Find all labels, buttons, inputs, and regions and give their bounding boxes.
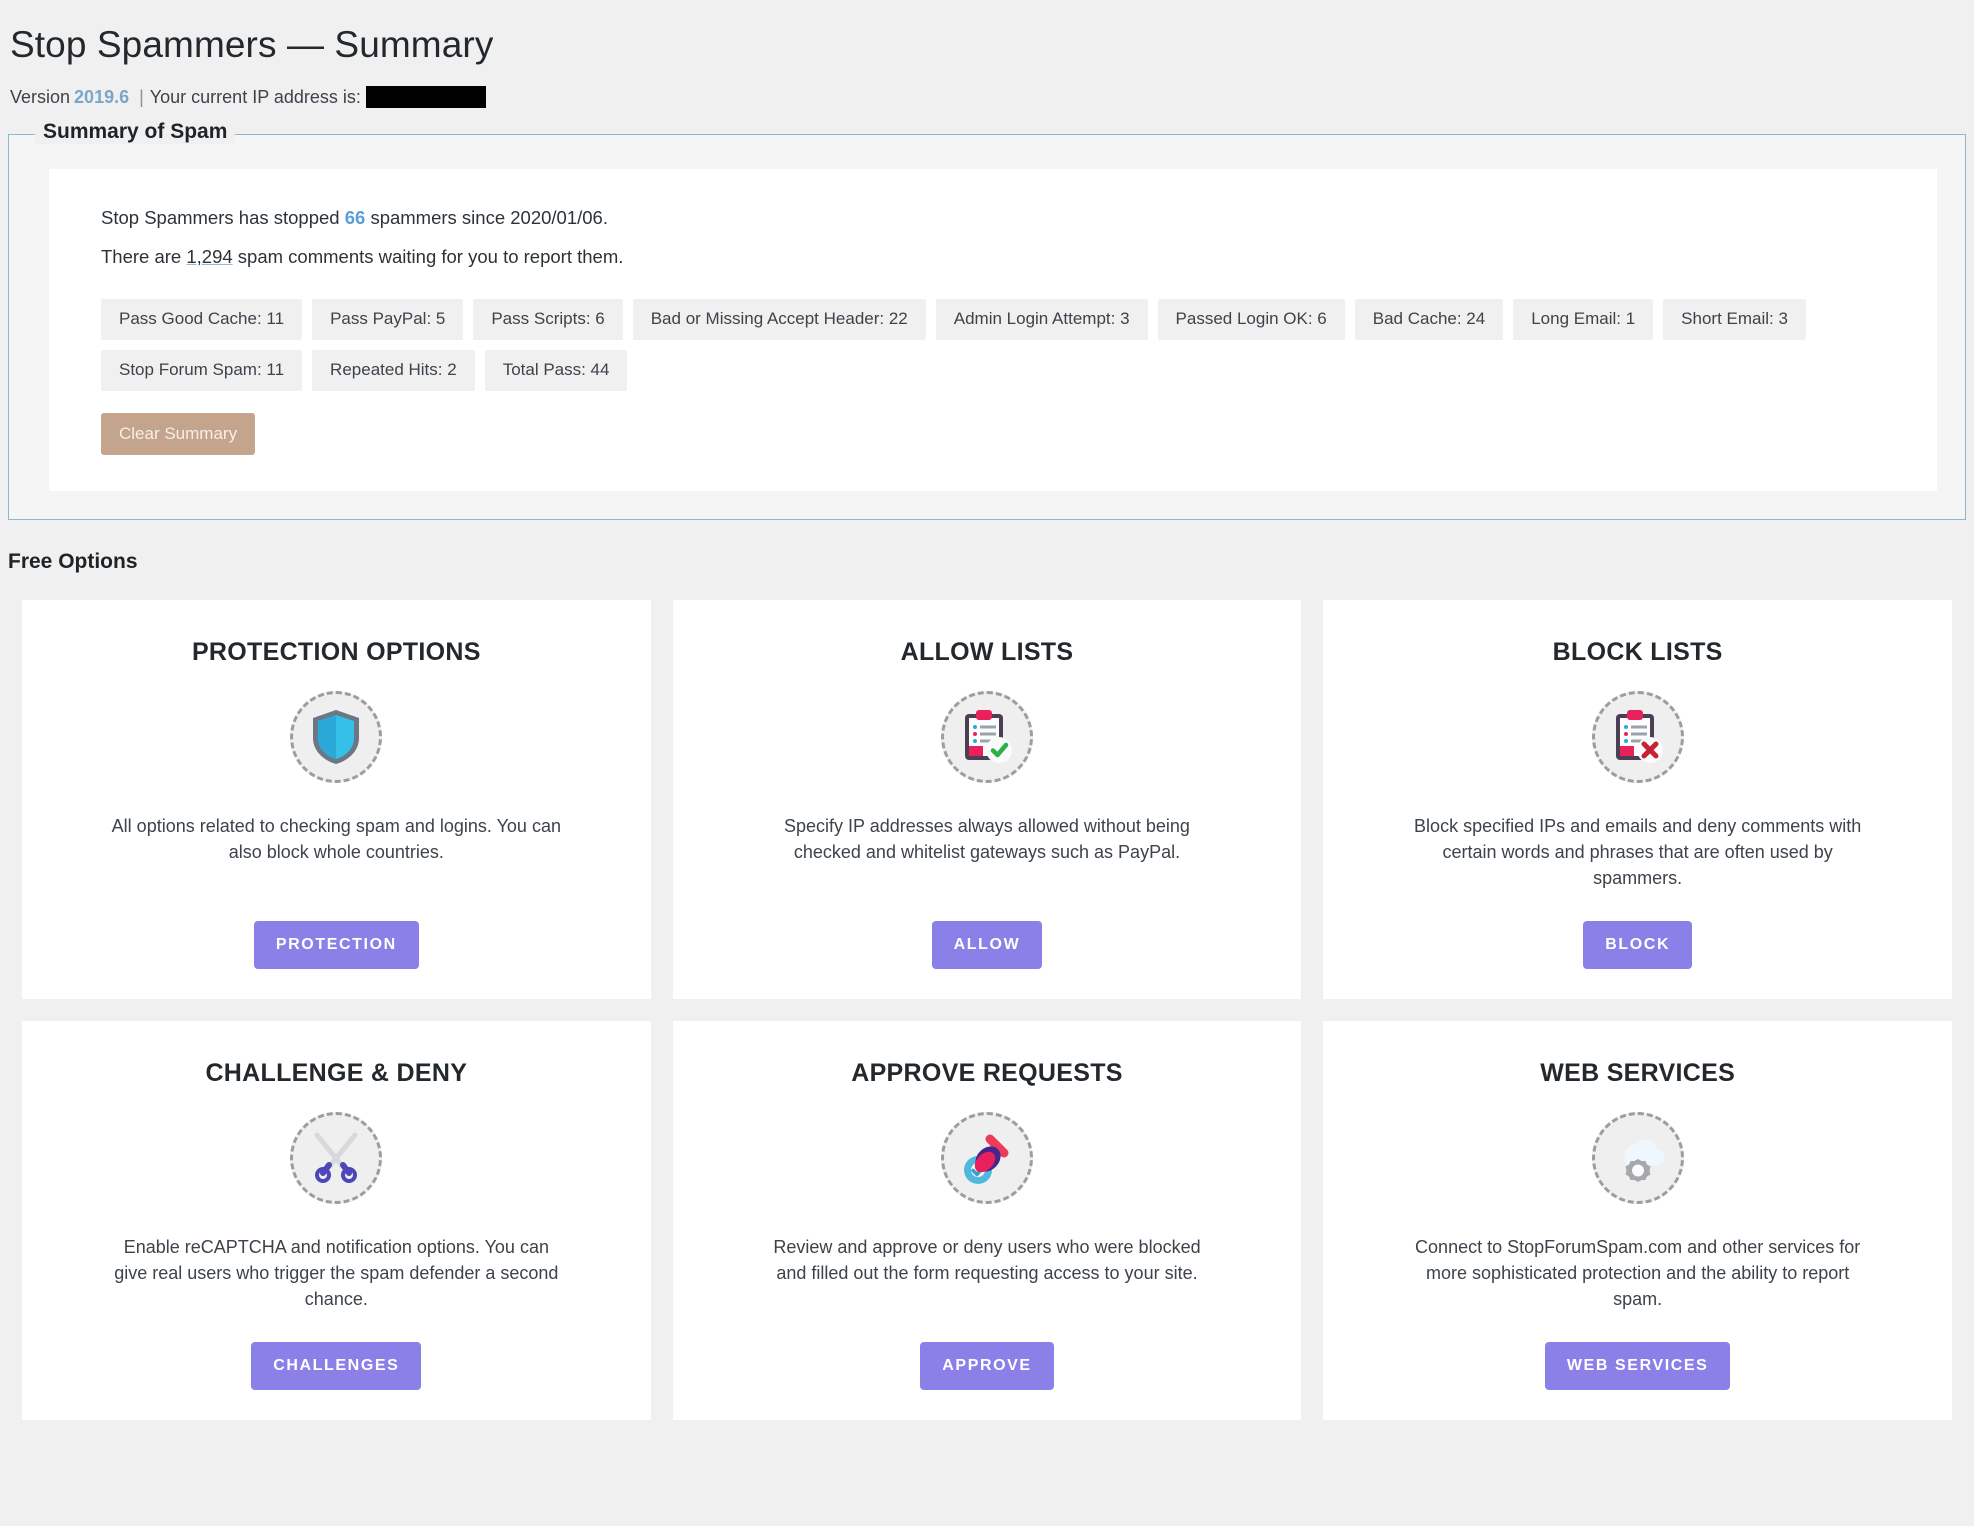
allow-button[interactable]: ALLOW — [931, 921, 1043, 970]
clear-summary-button[interactable]: Clear Summary — [101, 412, 256, 455]
stat-chip: Long Email: 1 — [1513, 298, 1654, 340]
stat-chip: Bad Cache: 24 — [1354, 298, 1504, 340]
card-title: APPROVE REQUESTS — [851, 1059, 1123, 1088]
stopped-spammers-line: Stop Spammers has stopped 66 spammers si… — [49, 199, 1937, 238]
card-description: Enable reCAPTCHA and notification option… — [114, 1237, 559, 1310]
card-title: WEB SERVICES — [1540, 1059, 1736, 1088]
shield-icon — [290, 690, 383, 783]
protection-button[interactable]: PROTECTION — [253, 921, 419, 970]
web-services-button[interactable]: WEB SERVICES — [1544, 1342, 1731, 1391]
card-title: BLOCK LISTS — [1552, 637, 1723, 666]
card-block-lists[interactable]: BLOCK LISTS Block specified IPs and emai… — [1323, 599, 1952, 1000]
comments-prefix: There are — [101, 246, 182, 268]
stat-chip: Short Email: 3 — [1663, 298, 1806, 340]
stamp-approve-icon — [940, 1112, 1033, 1205]
cloud-gear-icon — [1591, 1112, 1684, 1205]
spam-comments-count-link[interactable]: 1,294 — [186, 246, 232, 267]
card-title: ALLOW LISTS — [900, 637, 1074, 666]
stat-chip: Passed Login OK: 6 — [1157, 298, 1345, 340]
card-description: Review and approve or deny users who wer… — [773, 1237, 1201, 1284]
stat-chip: Bad or Missing Accept Header: 22 — [632, 298, 926, 340]
stopped-prefix: Stop Spammers has stopped — [101, 207, 340, 229]
card-description: Block specified IPs and emails and deny … — [1414, 815, 1862, 888]
card-title: PROTECTION OPTIONS — [191, 637, 481, 666]
card-description: Specify IP addresses always allowed with… — [784, 815, 1190, 862]
version-info-line: Version 2019.6 | Your current IP address… — [0, 68, 1974, 109]
comments-suffix: spam comments waiting for you to report … — [237, 246, 624, 268]
card-protection-options[interactable]: PROTECTION OPTIONS All options related t… — [22, 599, 651, 1000]
card-allow-lists[interactable]: ALLOW LISTS Specify IP addresses always … — [672, 599, 1302, 1000]
summary-panel-legend: Summary of Spam — [35, 120, 236, 145]
free-options-heading: Free Options — [8, 549, 138, 573]
spam-stat-chip-list: Pass Good Cache: 11 Pass PayPal: 5 Pass … — [49, 277, 1937, 391]
stat-chip: Pass Scripts: 6 — [473, 298, 623, 340]
stat-chip: Admin Login Attempt: 3 — [935, 298, 1148, 340]
stat-chip: Total Pass: 44 — [484, 349, 628, 391]
summary-content: Stop Spammers has stopped 66 spammers si… — [49, 169, 1937, 491]
version-number: 2019.6 — [74, 86, 130, 107]
stat-chip: Repeated Hits: 2 — [312, 349, 475, 391]
card-web-services[interactable]: WEB SERVICES Connect to StopForumSpam.co… — [1323, 1021, 1952, 1421]
spam-comments-line: There are 1,294 spam comments waiting fo… — [49, 238, 1937, 277]
clipboard-check-icon — [940, 690, 1033, 783]
stat-chip: Pass PayPal: 5 — [312, 298, 464, 340]
card-challenge-and-deny[interactable]: CHALLENGE & DENY Enable reCAPTCHA and no… — [22, 1021, 651, 1421]
page-title: Stop Spammers — Summary — [10, 24, 494, 65]
card-title: CHALLENGE & DENY — [205, 1059, 468, 1088]
stat-chip: Stop Forum Spam: 11 — [101, 349, 303, 391]
challenges-button[interactable]: CHALLENGES — [251, 1342, 422, 1391]
card-approve-requests[interactable]: APPROVE REQUESTS Review and approve or d… — [672, 1021, 1302, 1421]
block-button[interactable]: BLOCK — [1583, 921, 1693, 970]
version-label: Version — [10, 86, 71, 107]
stat-chip: Pass Good Cache: 11 — [101, 298, 303, 340]
card-description: All options related to checking spam and… — [111, 815, 561, 862]
crossed-swords-icon — [290, 1112, 383, 1205]
clipboard-x-icon — [1591, 690, 1684, 783]
version-separator: | — [139, 86, 144, 107]
ip-address-redacted-value — [365, 86, 486, 109]
free-options-card-grid: PROTECTION OPTIONS All options related t… — [0, 574, 1974, 1421]
ip-address-label: Your current IP address is: — [149, 86, 361, 107]
summary-of-spam-panel: Summary of Spam Stop Spammers has stoppe… — [8, 120, 1966, 520]
admin-page: Stop Spammers — Summary Version 2019.6 |… — [0, 0, 1974, 1526]
stopped-count: 66 — [344, 207, 366, 229]
stopped-suffix: spammers since 2020/01/06. — [370, 207, 608, 229]
card-description: Connect to StopForumSpam.com and other s… — [1415, 1237, 1861, 1310]
approve-button[interactable]: APPROVE — [920, 1342, 1054, 1391]
